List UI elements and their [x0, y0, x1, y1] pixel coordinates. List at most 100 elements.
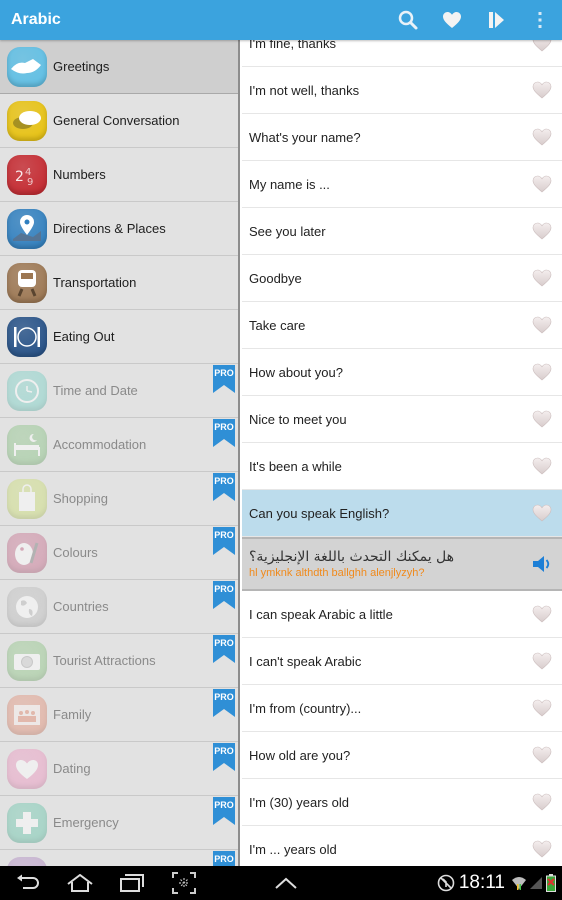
- favorite-heart-icon[interactable]: [532, 840, 552, 858]
- favorite-heart-icon[interactable]: [532, 81, 552, 99]
- pro-badge: PRO: [213, 527, 235, 555]
- phrase-item[interactable]: It's been a while: [242, 443, 562, 490]
- phrase-item[interactable]: I'm not well, thanks: [242, 67, 562, 114]
- favorite-heart-icon[interactable]: [532, 746, 552, 764]
- phrase-text: I'm fine, thanks: [249, 40, 337, 51]
- favorite-heart-icon[interactable]: [532, 128, 552, 146]
- translation-panel[interactable]: هل يمكنك التحدث باللغة الإنجليزية؟ hl ymk…: [242, 537, 562, 591]
- train-icon: [7, 262, 47, 303]
- home-button[interactable]: [54, 866, 106, 900]
- favorite-heart-icon[interactable]: [532, 652, 552, 670]
- phrase-list[interactable]: I'm fine, thanks I'm not well, thanks What…: [242, 40, 562, 866]
- pro-badge-label: PRO: [214, 368, 234, 378]
- phrase-item[interactable]: I'm (30) years old: [242, 779, 562, 826]
- favorite-heart-icon[interactable]: [532, 175, 552, 193]
- phrase-item[interactable]: I can speak Arabic a little: [242, 591, 562, 638]
- play-audio-button[interactable]: [530, 552, 554, 576]
- play-button[interactable]: [474, 0, 518, 40]
- sidebar-item-general-conversation[interactable]: General Conversation: [0, 94, 238, 148]
- phrase-item[interactable]: I can't speak Arabic: [242, 638, 562, 685]
- sidebar-item-label: Transportation: [53, 275, 137, 290]
- app-title: Arabic: [11, 11, 61, 28]
- phrase-text: How old are you?: [249, 747, 351, 763]
- speaker-icon: [533, 556, 550, 572]
- phrase-item[interactable]: How about you?: [242, 349, 562, 396]
- sidebar-item-accommodation[interactable]: Accommodation PRO: [0, 418, 238, 472]
- phrase-item[interactable]: Take care: [242, 302, 562, 349]
- phrase-item[interactable]: My name is ...: [242, 161, 562, 208]
- phrase-text: Can you speak English?: [249, 505, 390, 521]
- category-sidebar[interactable]: Greetings General Conversation 2 4 9 Numbers D…: [0, 40, 240, 866]
- phrase-text: I'm from (country)...: [249, 700, 362, 716]
- phrase-text: I can speak Arabic a little: [249, 606, 393, 622]
- favorite-heart-icon[interactable]: [532, 363, 552, 381]
- phrase-item[interactable]: Goodbye: [242, 255, 562, 302]
- phrase-item[interactable]: I'm from (country)...: [242, 685, 562, 732]
- favorite-heart-icon[interactable]: [532, 457, 552, 475]
- sidebar-item-countries[interactable]: Countries PRO: [0, 580, 238, 634]
- search-button[interactable]: [386, 0, 430, 40]
- favorite-heart-icon[interactable]: [532, 269, 552, 287]
- shopping-bag-icon: [7, 478, 47, 519]
- back-icon: [17, 874, 39, 889]
- sidebar-item-greetings[interactable]: Greetings: [0, 40, 238, 94]
- sidebar-item-partial[interactable]: PRO: [0, 850, 238, 866]
- heart-icon: [443, 12, 461, 28]
- phrase-item[interactable]: I'm ... years old: [242, 826, 562, 866]
- sidebar-item-family[interactable]: Family PRO: [0, 688, 238, 742]
- pro-badge: PRO: [213, 851, 235, 866]
- sidebar-item-eating-out[interactable]: Eating Out: [0, 310, 238, 364]
- favorite-heart-icon[interactable]: [532, 40, 552, 52]
- heart-icon: [7, 748, 47, 789]
- favorite-heart-icon[interactable]: [532, 222, 552, 240]
- category-icon: [7, 856, 47, 866]
- back-button[interactable]: [2, 866, 54, 900]
- status-area[interactable]: 18:11: [437, 866, 562, 900]
- sidebar-item-dating[interactable]: Dating PRO: [0, 742, 238, 796]
- sync-off-icon: [437, 874, 455, 892]
- phrase-item[interactable]: Nice to meet you: [242, 396, 562, 443]
- clock-icon: [7, 370, 47, 411]
- pro-badge: PRO: [213, 743, 235, 771]
- favorites-button[interactable]: [430, 0, 474, 40]
- system-nav-bar: 18:11: [0, 866, 562, 900]
- home-icon: [67, 874, 93, 892]
- pro-badge-label: PRO: [214, 854, 234, 864]
- phrase-item[interactable]: Can you speak English?: [242, 490, 562, 537]
- sidebar-item-shopping[interactable]: Shopping PRO: [0, 472, 238, 526]
- action-bar: Arabic: [0, 0, 562, 40]
- overflow-menu-button[interactable]: [518, 0, 562, 40]
- favorite-heart-icon[interactable]: [532, 699, 552, 717]
- battery-icon: [546, 874, 556, 892]
- screenshot-button[interactable]: [158, 866, 210, 900]
- phrase-item[interactable]: What's your name?: [242, 114, 562, 161]
- play-icon: [489, 12, 504, 28]
- favorite-heart-icon[interactable]: [532, 793, 552, 811]
- sidebar-item-label: Countries: [53, 599, 109, 614]
- sidebar-item-directions-places[interactable]: Directions & Places: [0, 202, 238, 256]
- sidebar-item-transportation[interactable]: Transportation: [0, 256, 238, 310]
- more-vert-icon: [538, 12, 542, 28]
- favorite-heart-icon[interactable]: [532, 410, 552, 428]
- sidebar-item-emergency[interactable]: Emergency PRO: [0, 796, 238, 850]
- favorite-heart-icon[interactable]: [532, 605, 552, 623]
- translation-text: هل يمكنك التحدث باللغة الإنجليزية؟ hl ymk…: [249, 549, 454, 579]
- plate-icon: [7, 316, 47, 357]
- favorite-heart-icon[interactable]: [532, 504, 552, 522]
- phrase-item[interactable]: See you later: [242, 208, 562, 255]
- pro-badge: PRO: [213, 473, 235, 501]
- phrase-item[interactable]: I'm fine, thanks: [242, 40, 562, 67]
- sidebar-item-colours[interactable]: Colours PRO: [0, 526, 238, 580]
- sidebar-item-time-and-date[interactable]: Time and Date PRO: [0, 364, 238, 418]
- sidebar-item-tourist-attractions[interactable]: Tourist Attractions PRO: [0, 634, 238, 688]
- sidebar-item-numbers[interactable]: 2 4 9 Numbers: [0, 148, 238, 202]
- favorite-heart-icon[interactable]: [532, 316, 552, 334]
- pro-badge: PRO: [213, 689, 235, 717]
- phrase-item[interactable]: How old are you?: [242, 732, 562, 779]
- map-pin-icon: [7, 208, 47, 249]
- sidebar-item-label: Shopping: [53, 491, 108, 506]
- phrase-text: See you later: [249, 223, 326, 239]
- sidebar-item-label: Dating: [53, 761, 91, 776]
- recent-apps-button[interactable]: [106, 866, 158, 900]
- up-chevron-button[interactable]: [260, 866, 312, 900]
